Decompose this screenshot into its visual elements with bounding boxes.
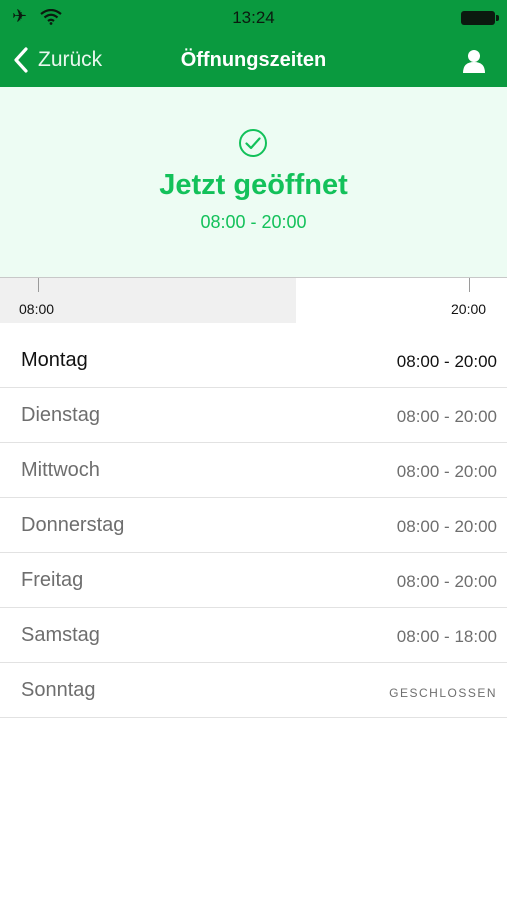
hours-value: 08:00 - 18:00 — [396, 627, 497, 646]
opening-hours-list: Montag 08:00 - 20:00 Dienstag 08:00 - 20… — [0, 333, 507, 718]
status-time: 13:24 — [232, 8, 275, 27]
status-bar: ✈ 13:24 — [0, 0, 507, 34]
closed-label: GESCHLOSSEN — [389, 686, 497, 700]
app-header: ✈ 13:24 Zurück Öffnungszeiten — [0, 0, 507, 87]
today-hours: 08:00 - 20:00 — [200, 212, 307, 232]
day-label: Donnerstag — [21, 514, 125, 536]
list-item-samstag[interactable]: Samstag 08:00 - 18:00 — [0, 608, 507, 663]
check-circle-icon — [239, 129, 267, 157]
list-item-mittwoch[interactable]: Mittwoch 08:00 - 20:00 — [0, 443, 507, 498]
list-item-donnerstag[interactable]: Donnerstag 08:00 - 20:00 — [0, 498, 507, 553]
page-title: Öffnungszeiten — [180, 49, 327, 71]
open-status-label: Jetzt geöffnet — [159, 169, 348, 201]
day-label: Mittwoch — [21, 459, 100, 481]
list-item-dienstag[interactable]: Dienstag 08:00 - 20:00 — [0, 388, 507, 443]
day-label: Sonntag — [21, 679, 96, 701]
open-status-panel: Jetzt geöffnet 08:00 - 20:00 — [0, 87, 507, 277]
time-progress-bar: 08:00 20:00 — [0, 277, 507, 324]
end-tick — [469, 278, 470, 292]
hours-value: 08:00 - 20:00 — [396, 407, 497, 426]
day-label: Dienstag — [21, 404, 100, 426]
navigation-bar: Zurück Öffnungszeiten — [0, 34, 507, 87]
hours-value: 08:00 - 20:00 — [396, 352, 497, 371]
day-label: Samstag — [21, 624, 100, 646]
start-tick — [38, 278, 39, 292]
user-icon[interactable] — [461, 48, 487, 74]
list-item-sonntag[interactable]: Sonntag GESCHLOSSEN — [0, 663, 507, 718]
hours-value: 08:00 - 20:00 — [396, 462, 497, 481]
hours-value: 08:00 - 20:00 — [396, 572, 497, 591]
hours-value: 08:00 - 20:00 — [396, 517, 497, 536]
timeline-end-label: 20:00 — [451, 301, 487, 317]
list-item-montag[interactable]: Montag 08:00 - 20:00 — [0, 333, 507, 388]
day-label: Montag — [21, 349, 88, 371]
timeline-start-label: 08:00 — [19, 301, 55, 317]
day-label: Freitag — [21, 569, 84, 591]
battery-icon — [461, 11, 499, 25]
list-item-freitag[interactable]: Freitag 08:00 - 20:00 — [0, 553, 507, 608]
